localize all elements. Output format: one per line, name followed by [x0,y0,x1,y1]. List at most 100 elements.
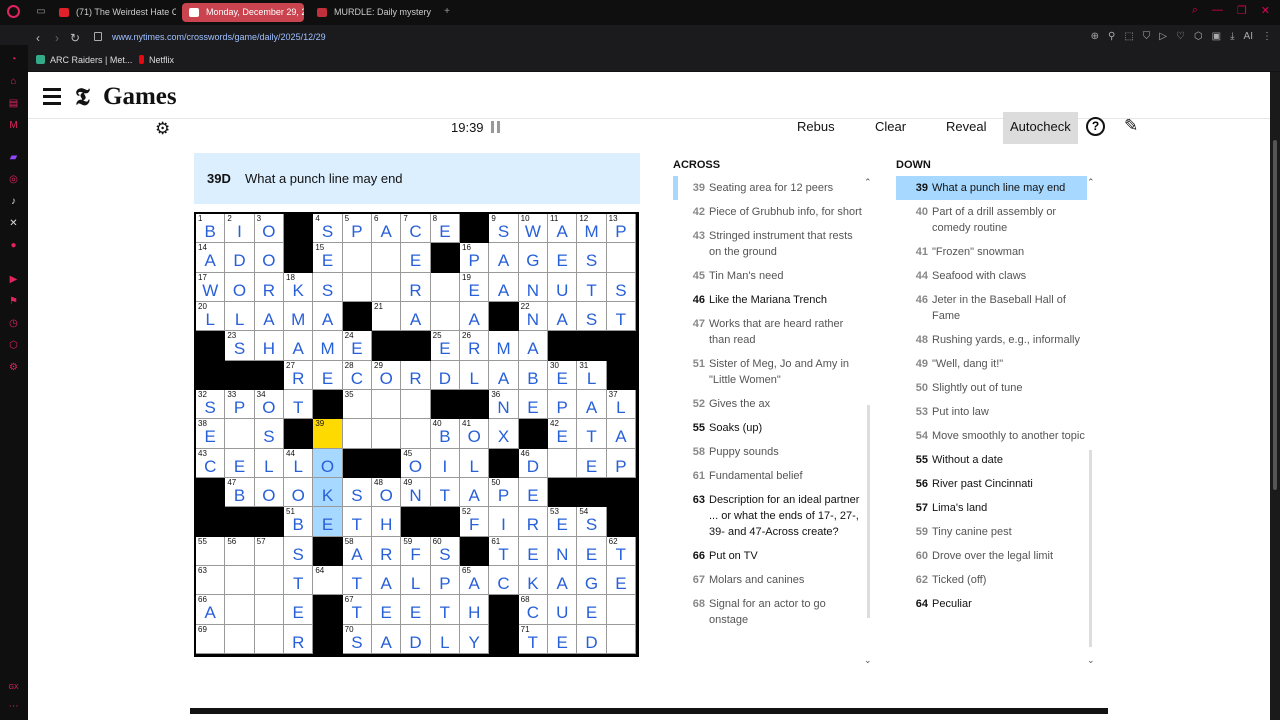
grid-cell[interactable]: L [460,448,490,479]
grid-cell[interactable] [254,595,285,625]
grid-cell[interactable]: A [518,331,549,361]
clue-item[interactable]: 39 What a punch line may end [896,176,1087,200]
clue-item[interactable]: 51 Sister of Meg, Jo and Amy in "Little W… [673,352,863,392]
clue-item[interactable]: 43 Stringed instrument that rests on the … [673,224,863,264]
grid-cell[interactable]: E [577,448,607,479]
grid-cell[interactable]: 39 [313,419,343,449]
grid-cell[interactable]: 70 S [342,624,373,655]
across-scrollbar[interactable] [867,405,870,618]
grid-cell[interactable]: 7C [401,214,431,244]
grid-cell[interactable]: 12 M [577,214,607,244]
down-scroll-down-icon[interactable]: ⌄ [1087,655,1095,666]
heart-icon[interactable]: ♡ [1176,31,1185,42]
grid-cell[interactable]: O [225,272,255,303]
pin-icon[interactable]: ⚲ [1108,31,1115,42]
grid-cell[interactable]: M [284,302,314,332]
back-icon[interactable]: ‹ [36,31,40,45]
grid-cell[interactable] [254,566,285,596]
clue-item[interactable]: 55 Without a date [896,448,1087,472]
grid-cell[interactable]: N [548,536,578,567]
page-scrollbar-thumb[interactable] [1273,140,1277,490]
grid-cell[interactable]: 25 E [430,331,461,361]
grid-cell[interactable] [430,302,461,332]
grid-cell[interactable]: 38 E [196,419,226,449]
bookmark-arc-raiders[interactable]: ARC Raiders | Met... [36,55,132,65]
reload-icon[interactable]: ↻ [70,31,80,45]
grid-cell[interactable]: I [430,448,461,479]
gx-icon[interactable]: GX [7,681,20,694]
grid-cell[interactable]: H [372,507,402,537]
grid-cell[interactable]: A [313,302,343,332]
instagram-icon[interactable]: ◎ [7,173,20,186]
grid-cell[interactable]: S [313,272,343,303]
clue-item[interactable]: 55 Soaks (up) [673,416,863,440]
grid-cell[interactable]: S [284,536,314,567]
grid-cell[interactable]: 14 A [196,243,226,273]
grid-cell[interactable]: 34 O [254,390,285,420]
grid-cell[interactable]: 16 P [460,243,490,273]
grid-cell[interactable]: 50 P [489,478,519,508]
extensions-icon[interactable]: ⬡ [1194,31,1203,42]
grid-cell[interactable] [225,624,255,655]
grid-cell[interactable]: 53 E [548,507,578,537]
grid-cell[interactable]: E [577,595,607,625]
down-scroll-up-icon[interactable]: ⌃ [1087,177,1095,188]
grid-cell[interactable]: E [518,478,549,508]
grid-cell[interactable]: O [254,243,285,273]
clear-button[interactable]: Clear [868,112,913,144]
grid-cell[interactable]: L [254,448,285,479]
grid-cell[interactable]: 33 P [225,390,255,420]
grid-cell[interactable]: 65 A [460,566,490,596]
grid-cell[interactable]: R [284,624,314,655]
grid-cell[interactable] [372,390,402,420]
grid-cell[interactable]: A [460,302,490,332]
menu-icon[interactable]: ⋮ [1262,31,1272,42]
restore-icon[interactable]: ❐ [1237,4,1247,17]
page-scrollbar[interactable] [1270,72,1280,720]
more-icon[interactable]: ⋯ [7,700,20,713]
grid-cell[interactable]: D [401,624,431,655]
clue-item[interactable]: 42 Piece of Grubhub info, for short [673,200,863,224]
twitch-icon[interactable]: ▰ [7,151,20,164]
clue-item[interactable]: 53 Put into law [896,400,1087,424]
grid-cell[interactable]: 13 P [606,214,637,244]
grid-cell[interactable]: D [225,243,255,273]
grid-cell[interactable]: L [401,566,431,596]
grid-cell[interactable]: E [577,536,607,567]
youtube-music-icon[interactable]: ● [7,239,20,252]
news-icon[interactable]: ▤ [7,97,20,110]
across-scroll-up-icon[interactable]: ⌃ [864,177,872,188]
grid-cell[interactable]: I [489,507,519,537]
clue-item[interactable]: 56 River past Cincinnati [896,472,1087,496]
grid-cell[interactable]: 8E [430,214,461,244]
grid-cell[interactable]: 60 S [430,536,461,567]
grid-cell[interactable]: R [254,272,285,303]
grid-cell[interactable]: H [460,595,490,625]
new-tab-icon[interactable]: + [440,5,454,19]
bookmark-netflix[interactable]: Netflix [139,55,174,65]
grid-cell[interactable]: 27 R [284,360,314,391]
grid-cell[interactable]: E [548,624,578,655]
tiktok-icon[interactable]: ♪ [7,195,20,208]
games-logo[interactable]: Games [103,83,177,111]
help-icon[interactable]: ? [1086,117,1105,136]
down-scrollbar[interactable] [1089,450,1092,647]
aria-icon[interactable]: ◔ [7,53,20,66]
grid-cell[interactable]: S [577,302,607,332]
grid-cell[interactable]: 19 E [460,272,490,303]
grid-cell[interactable]: 43 C [196,448,226,479]
grid-cell[interactable]: 57 [254,536,285,567]
grid-cell[interactable]: O [254,478,285,508]
search-icon[interactable]: ⌕ [1192,4,1198,17]
tab-murdle[interactable]: MURDLE: Daily mystery pu [310,3,434,22]
forward-icon[interactable]: › [55,31,59,45]
grid-cell[interactable]: M [489,331,519,361]
settings-gear-icon[interactable]: ⚙ [155,119,170,139]
reveal-button[interactable]: Reveal [939,112,993,144]
grid-cell[interactable]: A [460,478,490,508]
grid-cell[interactable]: G [518,243,549,273]
grid-cell[interactable]: 49 N [401,478,431,508]
grid-cell[interactable]: 46 D [518,448,549,479]
ai-icon[interactable]: AI [1244,31,1253,42]
grid-cell[interactable]: 18 K [284,272,314,303]
